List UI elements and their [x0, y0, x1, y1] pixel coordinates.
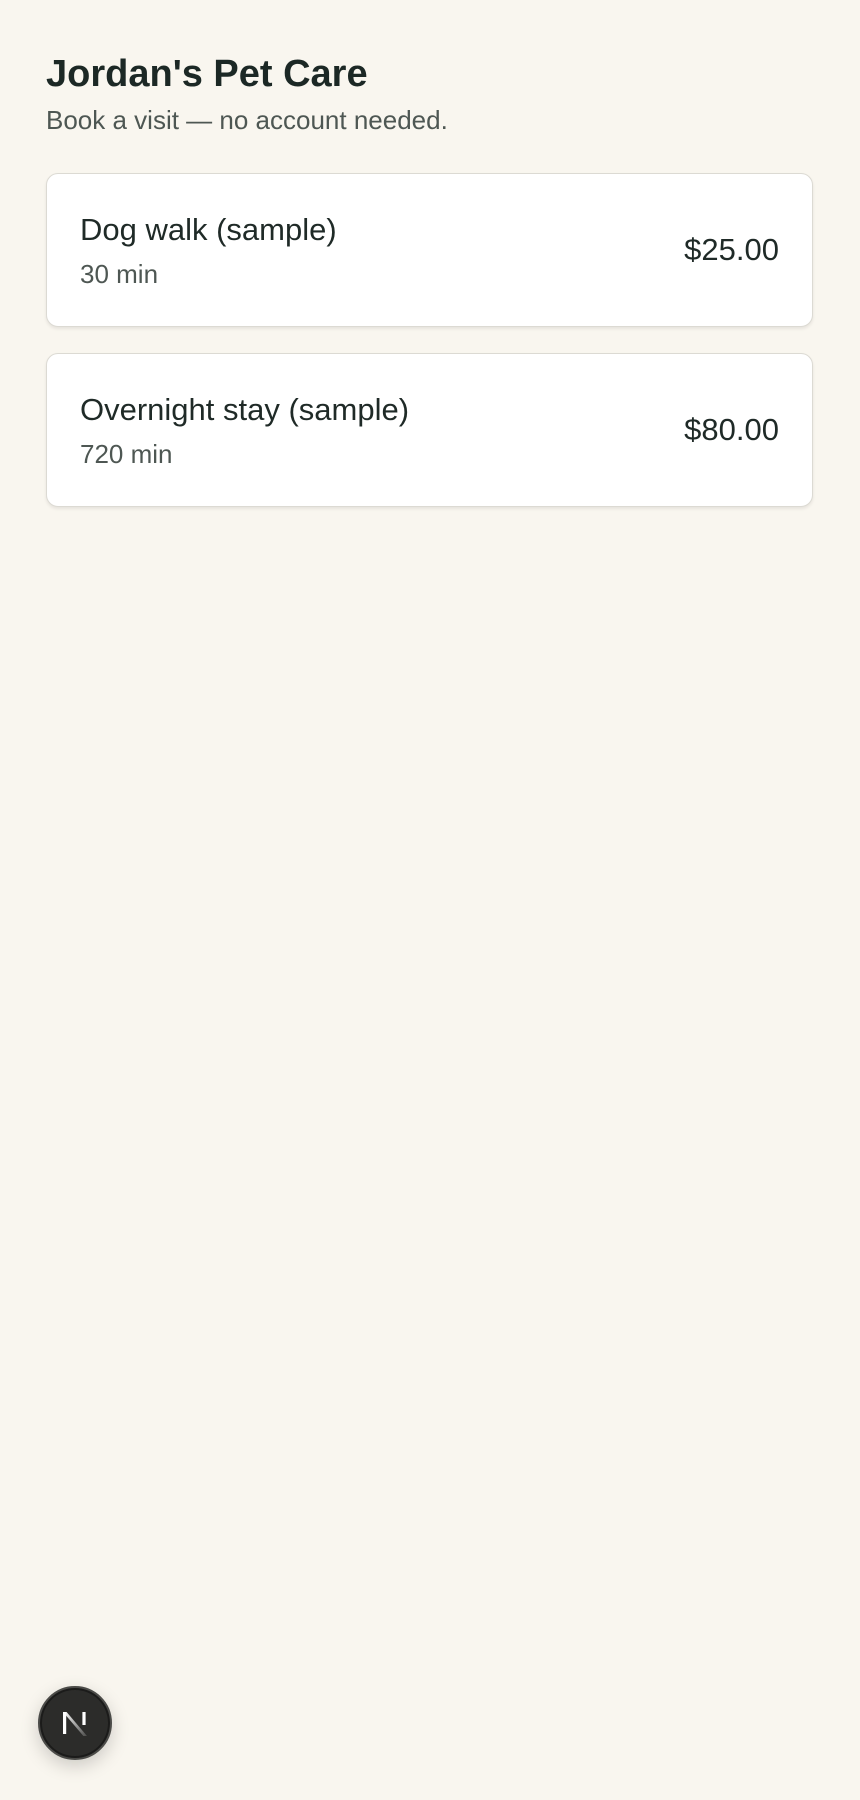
service-card-overnight-stay[interactable]: Overnight stay (sample) 720 min $80.00 — [46, 353, 813, 507]
service-info: Dog walk (sample) 30 min — [80, 211, 337, 290]
service-info: Overnight stay (sample) 720 min — [80, 391, 409, 470]
page-subtitle: Book a visit — no account needed. — [46, 105, 448, 135]
page-title: Jordan's Pet Care — [46, 53, 368, 95]
nextjs-dev-badge[interactable] — [38, 1686, 112, 1760]
service-duration: 720 min — [80, 438, 173, 469]
service-list: Dog walk (sample) 30 min $25.00 Overnigh… — [46, 173, 813, 507]
service-price: $80.00 — [684, 412, 779, 447]
service-card-dog-walk[interactable]: Dog walk (sample) 30 min $25.00 — [46, 173, 813, 327]
service-name: Dog walk (sample) — [80, 211, 337, 247]
service-duration: 30 min — [80, 258, 159, 289]
nextjs-logo-icon — [63, 1712, 87, 1736]
service-price: $25.00 — [684, 232, 779, 267]
booking-page: Jordan's Pet Care Book a visit — no acco… — [46, 50, 813, 533]
service-name: Overnight stay (sample) — [80, 391, 410, 427]
